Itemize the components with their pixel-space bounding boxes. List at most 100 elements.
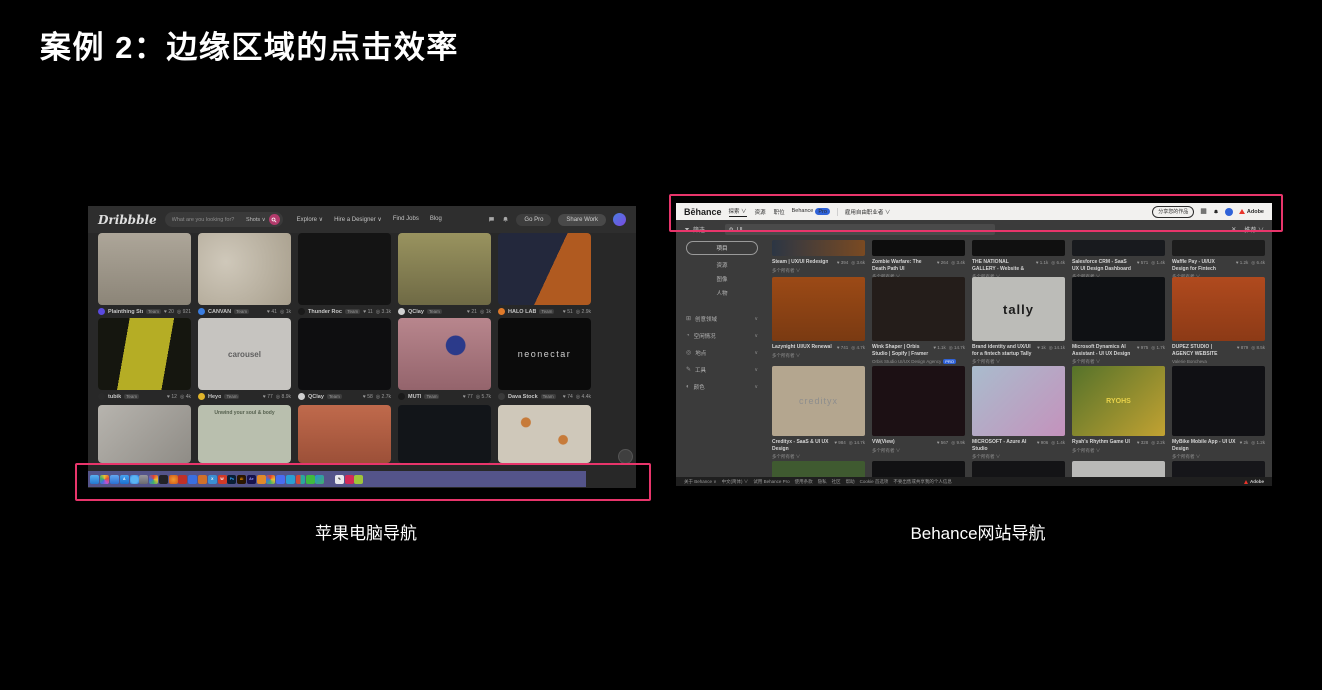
author-avatar[interactable]: [198, 308, 205, 315]
shot-thumbnail[interactable]: [298, 405, 391, 463]
footer-link[interactable]: Cookie 首选项: [860, 479, 889, 485]
project-card[interactable]: THE NATIONAL GALLERY - Website & Brand I…: [972, 240, 1065, 280]
project-owner[interactable]: 多个所有者 ∨: [1072, 448, 1165, 454]
shot-thumbnail[interactable]: [98, 405, 191, 463]
footer-link[interactable]: 试用 Behance Pro: [753, 479, 789, 485]
camera-icon[interactable]: [139, 475, 148, 484]
project-title[interactable]: Ryah's Rhythm Game UI: [1072, 439, 1130, 446]
mail-icon[interactable]: [110, 475, 119, 484]
user-avatar[interactable]: [1225, 208, 1233, 216]
appstore-icon[interactable]: A: [120, 475, 129, 484]
project-thumbnail[interactable]: [972, 366, 1065, 436]
chrome-icon-2[interactable]: [266, 475, 275, 484]
project-title[interactable]: VW(View): [872, 439, 895, 446]
shot-thumbnail[interactable]: [298, 233, 391, 305]
project-title[interactable]: Wink Shaper | Orbis Studio | Sopify | Fr…: [872, 344, 930, 357]
author-avatar[interactable]: [98, 308, 105, 315]
illustrator-icon[interactable]: Ai: [237, 475, 246, 484]
author-avatar[interactable]: [298, 308, 305, 315]
project-title[interactable]: MICROSOFT - Azure AI Studio: [972, 439, 1034, 452]
project-owner[interactable]: Orbis Studio UI/UX Design AgencyPRO: [872, 359, 965, 364]
sidebar-tab-images[interactable]: 图像: [686, 275, 758, 283]
author-name[interactable]: QClay: [408, 309, 424, 315]
author-avatar[interactable]: [98, 393, 105, 400]
project-owner[interactable]: 多个所有者 ∨: [1072, 359, 1165, 365]
project-owner[interactable]: 多个所有者 ∨: [772, 268, 865, 274]
project-title[interactable]: Steam | UX/UI Redesign: [772, 259, 828, 266]
project-owner[interactable]: 多个所有者 ∨: [872, 448, 965, 454]
footer-link[interactable]: 不要出售或共享我的个人信息: [893, 479, 952, 485]
sidebar-filter[interactable]: ⊞ 创意领域: [686, 310, 758, 327]
photoshop-icon[interactable]: Ps: [227, 475, 236, 484]
bell-icon[interactable]: [1213, 209, 1219, 215]
chrome-icon[interactable]: [149, 475, 158, 484]
behance-pro-link[interactable]: Behance: [792, 208, 814, 215]
apps-grid-icon[interactable]: ▦: [1200, 208, 1207, 215]
project-card[interactable]: Zombie Warfare: The Death Path UI 2643.4…: [872, 240, 965, 280]
firefox-icon[interactable]: [169, 475, 178, 484]
sidebar-filter[interactable]: ◐ 颜色: [686, 378, 758, 395]
project-card[interactable]: tally Brand identity and UX/UI for a fin…: [972, 277, 1065, 365]
project-title[interactable]: Zombie Warfare: The Death Path UI: [872, 259, 934, 272]
project-thumbnail[interactable]: [772, 240, 865, 256]
author-name[interactable]: Heyo: [208, 394, 221, 400]
shot-card[interactable]: HALO LAB Team 512.9k: [498, 233, 591, 315]
shot-card[interactable]: [398, 405, 491, 463]
finder-icon[interactable]: [90, 475, 99, 484]
sidebar-filter[interactable]: ◔ 空闲情况: [686, 327, 758, 344]
app-blue-icon[interactable]: [188, 475, 197, 484]
shot-thumbnail[interactable]: [498, 405, 591, 463]
author-name[interactable]: Dava Stock: [508, 394, 538, 400]
shot-card[interactable]: Thunder Rockets Team 113.1k: [298, 233, 391, 315]
project-card[interactable]: MyBike Mobile App - UI UX Design 2k1.2k …: [1172, 366, 1265, 460]
shot-thumbnail[interactable]: [398, 233, 491, 305]
sidebar-filter[interactable]: ◎ 地点: [686, 344, 758, 361]
blender-icon[interactable]: [257, 475, 266, 484]
android-app-icon[interactable]: [354, 475, 363, 484]
project-title[interactable]: Microsoft Dynamics AI Assistant - UI UX …: [1072, 344, 1134, 357]
shot-thumbnail[interactable]: [298, 318, 391, 390]
project-card[interactable]: DUPEZ STUDIO | AGENCY WEBSITE 8798.5k Va…: [1172, 277, 1265, 365]
shot-card[interactable]: MUTI Team 775.7k: [398, 318, 491, 400]
shot-thumbnail[interactable]: [98, 233, 191, 305]
behance-nav-item[interactable]: 资源: [755, 208, 766, 216]
project-thumbnail[interactable]: [872, 240, 965, 256]
edge-icon[interactable]: [315, 475, 324, 484]
dribbble-nav-item[interactable]: Find Jobs: [393, 216, 419, 223]
footer-link[interactable]: 中文(简体) ∨: [722, 479, 749, 485]
project-owner[interactable]: 多个所有者 ∨: [772, 353, 865, 359]
app-blue-icon-3[interactable]: [286, 475, 295, 484]
project-thumbnail[interactable]: [1072, 277, 1165, 341]
dribbble-nav-item[interactable]: Blog: [430, 216, 442, 223]
project-thumbnail[interactable]: [872, 366, 965, 436]
author-avatar[interactable]: [398, 393, 405, 400]
shot-card[interactable]: Unwind your soul & body: [198, 405, 291, 463]
sidebar-tab-projects[interactable]: 项目: [686, 241, 758, 255]
project-card[interactable]: Salesforce CRM - SaaS UX UI Design Dashb…: [1072, 240, 1165, 280]
sidebar-filter[interactable]: ✎ 工具: [686, 361, 758, 378]
project-title[interactable]: Brand identity and UX/UI for a fintech s…: [972, 344, 1034, 357]
author-avatar[interactable]: [498, 308, 505, 315]
author-name[interactable]: Thunder Rockets: [308, 309, 342, 315]
netflix-icon[interactable]: [178, 475, 187, 484]
project-card[interactable]: credityx Credityx - SaaS & UI UX Design …: [772, 366, 865, 460]
hire-freelancers-dropdown[interactable]: 雇用自由职业者 ∨: [845, 208, 891, 216]
clear-search-button[interactable]: ✕: [1231, 226, 1236, 233]
search-input[interactable]: UI: [725, 224, 995, 235]
project-title[interactable]: Salesforce CRM - SaaS UX UI Design Dashb…: [1072, 259, 1134, 272]
aftereffects-icon[interactable]: Ae: [247, 475, 256, 484]
shot-thumbnail[interactable]: Unwind your soul & body: [198, 405, 291, 463]
search-button[interactable]: [269, 214, 280, 225]
shot-card[interactable]: [298, 405, 391, 463]
project-card[interactable]: RYOHS Ryah's Rhythm Game UI 3282.2k 多个所有…: [1072, 366, 1165, 460]
shot-card[interactable]: tubik Team 124k: [98, 318, 191, 400]
project-card[interactable]: Wink Shaper | Orbis Studio | Sopify | Fr…: [872, 277, 965, 365]
shot-thumbnail[interactable]: [98, 318, 191, 390]
dribbble-nav-item[interactable]: Explore ∨: [297, 216, 323, 223]
behance-nav-item[interactable]: 职位: [774, 208, 785, 216]
project-thumbnail[interactable]: [1172, 366, 1265, 436]
wps-icon[interactable]: W: [218, 475, 227, 484]
footer-link[interactable]: 社区: [832, 479, 841, 485]
footer-link[interactable]: 隐私: [818, 479, 827, 485]
project-card[interactable]: Microsoft Dynamics AI Assistant - UI UX …: [1072, 277, 1165, 365]
